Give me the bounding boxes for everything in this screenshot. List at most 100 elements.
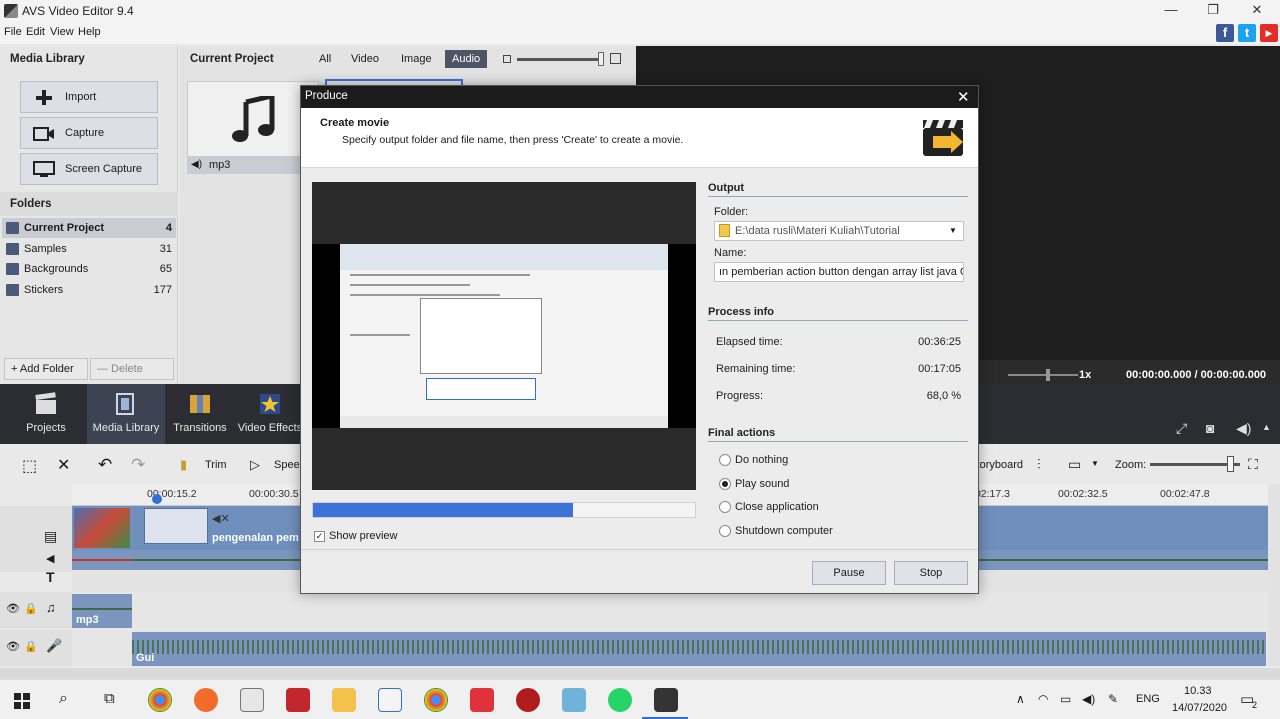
speed-slider[interactable] bbox=[1008, 374, 1078, 376]
name-input[interactable]: ın pemberian action button dengan array … bbox=[714, 262, 964, 282]
add-folder-button[interactable]: + Add Folder bbox=[4, 358, 88, 380]
windows-start-icon[interactable] bbox=[14, 693, 30, 709]
stop-button[interactable]: Stop bbox=[894, 561, 968, 585]
delete-icon[interactable]: ✕ bbox=[57, 455, 70, 475]
speed-handle[interactable] bbox=[1046, 369, 1050, 381]
playhead-marker[interactable] bbox=[152, 494, 162, 504]
radio-close-application[interactable] bbox=[719, 501, 731, 513]
file-explorer-icon[interactable] bbox=[332, 688, 356, 712]
lock-icon[interactable]: 🔒 bbox=[24, 640, 38, 653]
thumb-size-handle[interactable] bbox=[598, 52, 604, 66]
search-icon[interactable]: ⌕ bbox=[59, 690, 68, 708]
wifi-icon[interactable]: ◠ bbox=[1038, 692, 1048, 706]
app-ab-icon[interactable] bbox=[240, 688, 264, 712]
facebook-icon[interactable]: f bbox=[1216, 24, 1234, 42]
media-library-button[interactable]: Media Library bbox=[87, 384, 165, 444]
large-thumb-icon[interactable] bbox=[610, 53, 621, 64]
clip-thumbnail[interactable] bbox=[74, 508, 130, 548]
app-red-icon[interactable] bbox=[470, 688, 494, 712]
menu-edit[interactable]: Edit bbox=[26, 26, 45, 38]
display-dropdown-icon[interactable]: ▼ bbox=[1091, 459, 1099, 468]
voice-clip[interactable]: Gui bbox=[132, 632, 1266, 666]
minimize-button[interactable]: — bbox=[1148, 0, 1194, 22]
filter-image-tab[interactable]: Image bbox=[394, 50, 439, 68]
menu-file[interactable]: File bbox=[4, 26, 22, 38]
shutdown-computer-label[interactable]: Shutdown computer bbox=[735, 525, 833, 537]
pen-icon[interactable]: ✎ bbox=[1108, 692, 1118, 706]
clock-date[interactable]: 14/07/2020 bbox=[1172, 702, 1227, 714]
fullscreen-icon[interactable]: ⤢ bbox=[1176, 420, 1187, 437]
menu-help[interactable]: Help bbox=[78, 26, 101, 38]
filter-all-tab[interactable]: All bbox=[312, 50, 338, 68]
capture-button[interactable]: Capture bbox=[20, 117, 158, 149]
volume-icon[interactable]: ◀) bbox=[1236, 420, 1251, 437]
dialog-close-icon[interactable]: ✕ bbox=[957, 88, 970, 106]
pause-button[interactable]: Pause bbox=[812, 561, 886, 585]
audio-track[interactable]: mp3 bbox=[72, 592, 1268, 628]
projects-button[interactable]: Projects bbox=[8, 384, 84, 444]
app-gear-icon[interactable] bbox=[516, 688, 540, 712]
app-blue-icon[interactable] bbox=[562, 688, 586, 712]
trim-icon[interactable]: ▮ bbox=[180, 457, 187, 473]
app-orange-icon[interactable] bbox=[194, 688, 218, 712]
radio-play-sound[interactable] bbox=[719, 478, 731, 490]
folder-backgrounds[interactable]: Backgrounds 65 bbox=[2, 259, 176, 279]
play-sound-label[interactable]: Play sound bbox=[735, 478, 789, 490]
fit-timeline-icon[interactable]: ⛶ bbox=[1248, 456, 1258, 473]
whatsapp-icon[interactable] bbox=[608, 688, 632, 712]
folder-stickers[interactable]: Stickers 177 bbox=[2, 280, 176, 300]
undo-icon[interactable]: ↶ bbox=[98, 455, 112, 475]
clip-thumbnail[interactable] bbox=[144, 508, 208, 544]
select-icon[interactable]: ⬚ bbox=[22, 456, 37, 476]
lock-icon[interactable]: 🔒 bbox=[24, 602, 38, 615]
delete-folder-button[interactable]: — Delete Folder bbox=[90, 358, 174, 395]
avs-editor-icon[interactable] bbox=[654, 688, 678, 712]
screen-capture-button[interactable]: Screen Capture bbox=[20, 153, 158, 185]
app-grid-icon[interactable] bbox=[378, 688, 402, 712]
clock-time[interactable]: 10.33 bbox=[1184, 685, 1212, 697]
youtube-icon[interactable]: ▶ bbox=[1260, 24, 1278, 42]
radio-shutdown-computer[interactable] bbox=[719, 525, 731, 537]
trim-label[interactable]: Trim bbox=[205, 459, 227, 471]
tray-chevron-icon[interactable]: ∧ bbox=[1016, 692, 1025, 706]
storyboard-label[interactable]: Storyboard bbox=[975, 459, 1023, 471]
chrome-profile-icon[interactable] bbox=[424, 688, 448, 712]
zoom-handle[interactable] bbox=[1227, 456, 1234, 472]
volume-dropdown-icon[interactable]: ▲ bbox=[1262, 422, 1271, 432]
speed-icon[interactable]: ▷ bbox=[250, 457, 260, 473]
small-thumb-icon[interactable] bbox=[503, 55, 511, 63]
folder-select[interactable]: E:\data rusli\Materi Kuliah\Tutorial bbox=[714, 221, 964, 241]
chrome-icon[interactable] bbox=[148, 688, 172, 712]
do-nothing-label[interactable]: Do nothing bbox=[735, 454, 788, 466]
filezilla-icon[interactable] bbox=[286, 688, 310, 712]
speaker-tray-icon[interactable]: ◀) bbox=[1082, 692, 1095, 706]
folder-dropdown-icon[interactable]: ▼ bbox=[949, 226, 957, 235]
eye-icon[interactable]: 👁 bbox=[6, 640, 20, 653]
restore-button[interactable]: ❐ bbox=[1190, 0, 1236, 22]
language-indicator[interactable]: ENG bbox=[1136, 693, 1160, 705]
show-preview-checkbox[interactable]: ✓ bbox=[314, 531, 325, 542]
video-effects-button[interactable]: Video Effects bbox=[232, 384, 308, 444]
transitions-button[interactable]: Transitions bbox=[162, 384, 238, 444]
import-button[interactable]: Import bbox=[20, 81, 158, 113]
folder-current-project[interactable]: Current Project 4 bbox=[2, 218, 176, 238]
horizontal-scrollbar[interactable] bbox=[0, 668, 1280, 679]
audio-clip[interactable]: mp3 bbox=[72, 594, 132, 628]
menu-view[interactable]: View bbox=[50, 26, 74, 38]
folder-samples[interactable]: Samples 31 bbox=[2, 239, 176, 259]
thumb-size-slider[interactable] bbox=[517, 58, 603, 61]
snapshot-icon[interactable]: ◙ bbox=[1206, 420, 1214, 436]
filter-video-tab[interactable]: Video bbox=[344, 50, 386, 68]
close-window-button[interactable]: ✕ bbox=[1234, 0, 1280, 22]
mute-icon[interactable]: ◀ bbox=[46, 552, 54, 565]
redo-icon[interactable]: ↷ bbox=[131, 455, 145, 475]
voice-track[interactable]: Gui bbox=[72, 630, 1268, 666]
task-view-icon[interactable]: ⧉ bbox=[104, 690, 115, 707]
battery-icon[interactable]: ▭ bbox=[1060, 692, 1071, 706]
close-application-label[interactable]: Close application bbox=[735, 501, 819, 513]
vertical-scrollbar[interactable] bbox=[1268, 484, 1280, 666]
filter-audio-tab[interactable]: Audio bbox=[445, 50, 488, 68]
display-icon[interactable]: ▭ bbox=[1068, 456, 1081, 473]
radio-do-nothing[interactable] bbox=[719, 454, 731, 466]
eye-icon[interactable]: 👁 bbox=[6, 602, 20, 615]
